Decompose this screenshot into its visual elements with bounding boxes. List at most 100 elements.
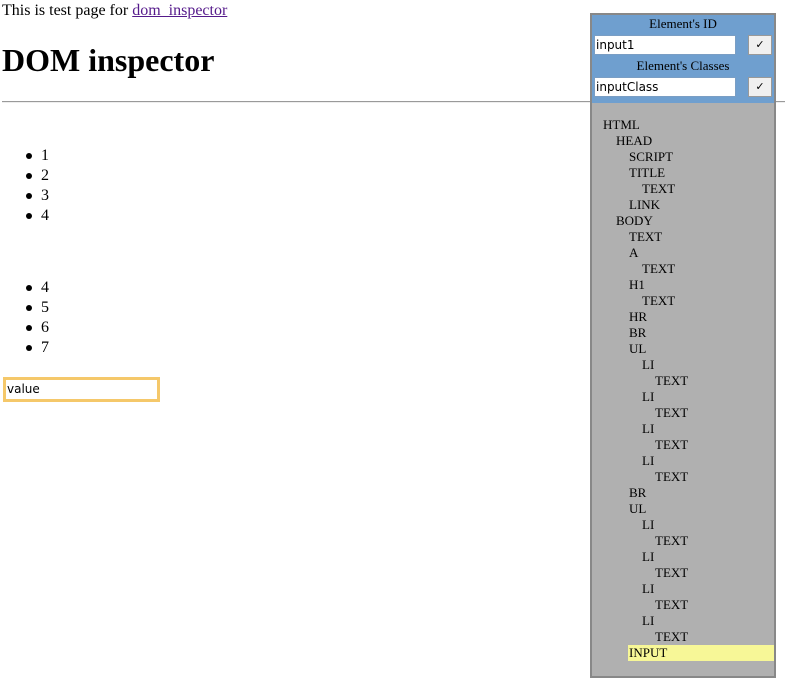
element-id-input[interactable] xyxy=(594,35,736,55)
tree-node-text[interactable]: TEXT xyxy=(592,533,774,549)
tree-node-label: TEXT xyxy=(655,565,689,580)
tree-node-ul[interactable]: UL xyxy=(592,501,774,517)
bullet-icon xyxy=(26,193,32,199)
tree-node-body[interactable]: BODY xyxy=(592,213,774,229)
tree-node-li[interactable]: LI xyxy=(592,613,774,629)
tree-node-input[interactable]: INPUT xyxy=(628,645,774,661)
list-item-text: 6 xyxy=(41,319,49,336)
tree-node-label: TEXT xyxy=(642,293,676,308)
apply-classes-button[interactable]: ✓ xyxy=(748,77,772,97)
tree-node-li[interactable]: LI xyxy=(592,389,774,405)
tree-node-li[interactable]: LI xyxy=(592,549,774,565)
tree-node-label: HEAD xyxy=(616,133,653,148)
list-item: 4 xyxy=(2,278,49,298)
list-item: 4 xyxy=(2,206,49,226)
tree-node-label: TEXT xyxy=(655,469,689,484)
tree-node-label: TEXT xyxy=(642,261,676,276)
bullet-icon xyxy=(26,305,32,311)
list-item: 3 xyxy=(2,186,49,206)
tree-node-label: TEXT xyxy=(655,373,689,388)
bullet-icon xyxy=(26,345,32,351)
tree-node-label: HTML xyxy=(603,117,640,132)
tree-node-label: LINK xyxy=(629,197,661,212)
tree-node-text[interactable]: TEXT xyxy=(592,181,774,197)
tree-node-label: LI xyxy=(642,613,655,628)
list-item-text: 1 xyxy=(41,147,49,164)
tree-node-text[interactable]: TEXT xyxy=(592,597,774,613)
tree-node-label: LI xyxy=(642,581,655,596)
test-page: This is test page for dom_inspector DOM … xyxy=(0,0,785,689)
tree-node-script[interactable]: SCRIPT xyxy=(592,149,774,165)
tree-node-br[interactable]: BR xyxy=(592,325,774,341)
tree-node-title[interactable]: TITLE xyxy=(592,165,774,181)
tree-node-label: UL xyxy=(629,341,647,356)
tree-node-ul[interactable]: UL xyxy=(592,341,774,357)
tree-node-label: LI xyxy=(642,389,655,404)
tree-node-label: BR xyxy=(629,325,647,340)
tree-node-li[interactable]: LI xyxy=(592,453,774,469)
tree-node-label: TEXT xyxy=(655,437,689,452)
tree-node-link[interactable]: LINK xyxy=(592,197,774,213)
tree-node-label: LI xyxy=(642,453,655,468)
tree-node-label: UL xyxy=(629,501,647,516)
element-id-label: Element's ID xyxy=(649,16,717,31)
dom-inspector-panel: Element's ID ✓ Element's Classes ✓ HTMLH… xyxy=(590,13,776,678)
list-item: 2 xyxy=(2,166,49,186)
tree-node-text[interactable]: TEXT xyxy=(592,565,774,581)
bullet-icon xyxy=(26,153,32,159)
tree-node-h1[interactable]: H1 xyxy=(592,277,774,293)
list-item-text: 5 xyxy=(41,299,49,316)
dom-tree: HTML HEAD SCRIPT TITLE TEXT LINK BODY TEXT A TEXT… xyxy=(592,117,774,661)
tree-node-text[interactable]: TEXT xyxy=(592,261,774,277)
value-input[interactable] xyxy=(3,377,160,402)
tree-node-label: LI xyxy=(642,357,655,372)
bullet-icon xyxy=(26,173,32,179)
tree-node-label: TEXT xyxy=(655,405,689,420)
list-item-text: 7 xyxy=(41,339,49,356)
tree-node-text[interactable]: TEXT xyxy=(592,469,774,485)
list-item: 7 xyxy=(2,338,49,358)
intro-line: This is test page for dom_inspector xyxy=(2,2,227,20)
tree-node-li[interactable]: LI xyxy=(592,581,774,597)
tree-node-text[interactable]: TEXT xyxy=(592,373,774,389)
tree-node-label: TITLE xyxy=(629,165,666,180)
tree-node-text[interactable]: TEXT xyxy=(592,293,774,309)
tree-node-label: A xyxy=(629,245,639,260)
tree-node-text[interactable]: TEXT xyxy=(592,437,774,453)
inspector-header: Element's ID ✓ Element's Classes ✓ xyxy=(592,15,774,103)
list-item: 6 xyxy=(2,318,49,338)
tree-node-html[interactable]: HTML xyxy=(592,117,774,133)
bullet-icon xyxy=(26,325,32,331)
list-item-text: 4 xyxy=(41,207,49,224)
tree-node-li[interactable]: LI xyxy=(592,421,774,437)
tree-node-label: INPUT xyxy=(629,645,668,660)
element-classes-label: Element's Classes xyxy=(636,58,730,73)
list-item: 1 xyxy=(2,146,49,166)
bullet-icon xyxy=(26,285,32,291)
dom-inspector-link[interactable]: dom_inspector xyxy=(132,2,227,19)
tree-node-head[interactable]: HEAD xyxy=(592,133,774,149)
page-title: DOM inspector xyxy=(2,42,215,78)
tree-node-label: TEXT xyxy=(629,229,663,244)
list-item: 5 xyxy=(2,298,49,318)
tree-node-label: TEXT xyxy=(655,629,689,644)
tree-node-label: BR xyxy=(629,485,647,500)
list-item-text: 4 xyxy=(41,279,49,296)
tree-node-label: TEXT xyxy=(655,533,689,548)
tree-node-a[interactable]: A xyxy=(592,245,774,261)
tree-node-text[interactable]: TEXT xyxy=(592,229,774,245)
tree-node-label: LI xyxy=(642,549,655,564)
tree-node-label: LI xyxy=(642,421,655,436)
list-first: 1 2 3 4 xyxy=(2,146,49,226)
apply-id-button[interactable]: ✓ xyxy=(748,35,772,55)
tree-node-text[interactable]: TEXT xyxy=(592,405,774,421)
tree-node-hr[interactable]: HR xyxy=(592,309,774,325)
tree-node-label: LI xyxy=(642,517,655,532)
tree-node-text[interactable]: TEXT xyxy=(592,629,774,645)
intro-text: This is test page for xyxy=(2,2,133,19)
element-classes-input[interactable] xyxy=(594,77,736,97)
tree-node-br[interactable]: BR xyxy=(592,485,774,501)
tree-node-li[interactable]: LI xyxy=(592,357,774,373)
tree-node-li[interactable]: LI xyxy=(592,517,774,533)
tree-node-label: H1 xyxy=(629,277,645,292)
